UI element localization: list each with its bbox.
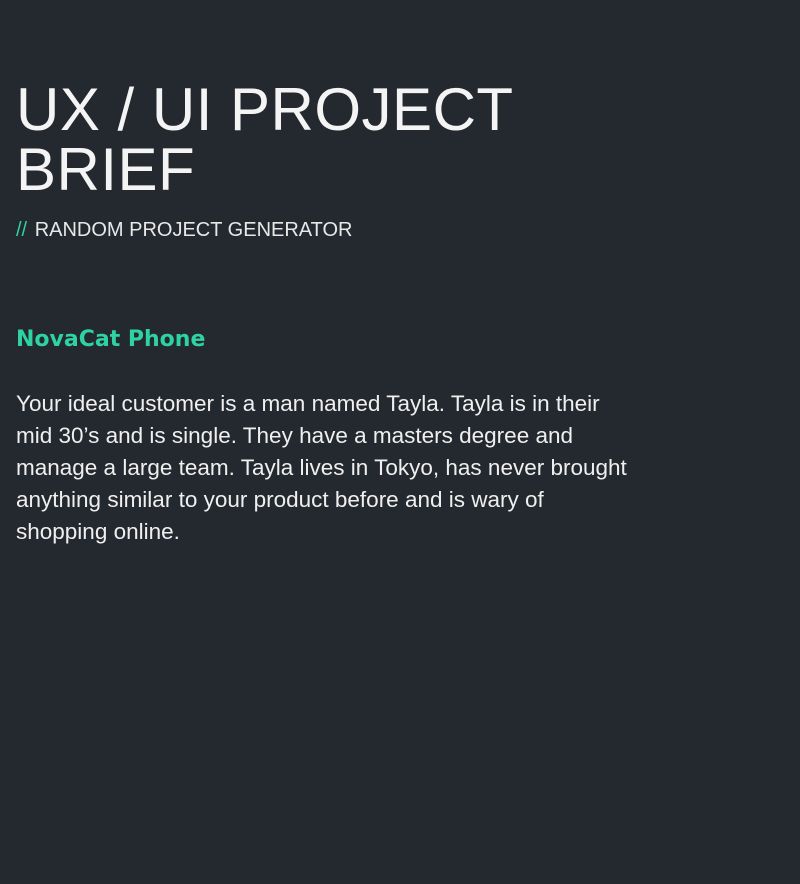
page-title: UX / UI PROJECT BRIEF [16,76,514,203]
page-subtitle: // RANDOM PROJECT GENERATOR [16,219,353,241]
project-brief: Your ideal customer is a man named Tayla… [16,391,627,544]
subtitle-text: RANDOM PROJECT GENERATOR [34,219,353,241]
subtitle-prefix: // [16,219,28,241]
project-name: NovaCat Phone [16,327,206,352]
